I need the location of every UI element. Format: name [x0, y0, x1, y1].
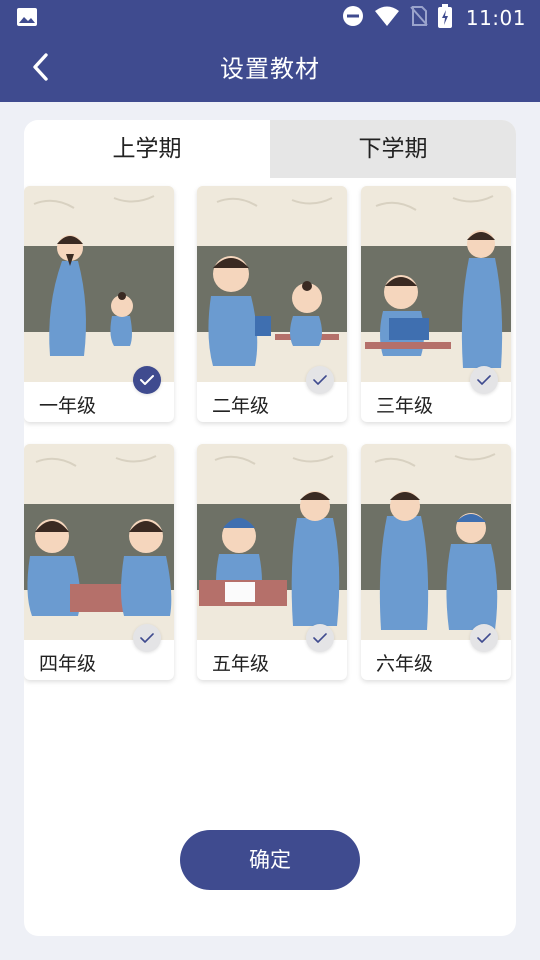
status-bar: 11:01 [0, 0, 540, 36]
grade-label: 五年级 [212, 653, 270, 675]
grade-illustration [197, 186, 347, 382]
selected-check [133, 366, 161, 394]
semester-tabs: 上学期 下学期 [24, 120, 516, 178]
page-title: 设置教材 [220, 55, 320, 83]
grade-label: 三年级 [376, 395, 434, 417]
grade-card-4[interactable]: 四年级 [24, 444, 174, 680]
check-icon [313, 629, 327, 648]
check-icon [140, 629, 154, 648]
unselected-check [306, 366, 334, 394]
grade-card-1[interactable]: 一年级 [24, 186, 174, 422]
confirm-button[interactable]: 确定 [180, 830, 360, 890]
grade-illustration [24, 186, 174, 382]
battery-charging-icon [437, 4, 452, 32]
grade-illustration [361, 444, 511, 640]
no-sim-icon [410, 5, 428, 31]
grade-card-2[interactable]: 二年级 [197, 186, 347, 422]
app-bar: 设置教材 [0, 36, 540, 102]
textbook-card: 上学期 下学期 一年级 二年级 三年级 四年级 五年级 六年级 确定 [24, 120, 516, 936]
grade-illustration [361, 186, 511, 382]
grade-card-3[interactable]: 三年级 [361, 186, 511, 422]
grade-label: 二年级 [212, 395, 270, 417]
do-not-disturb-icon [342, 5, 364, 31]
grade-card-5[interactable]: 五年级 [197, 444, 347, 680]
status-time: 11:01 [465, 6, 526, 30]
check-icon [477, 371, 491, 390]
unselected-check [470, 624, 498, 652]
grade-label: 一年级 [39, 395, 97, 417]
check-icon [140, 371, 154, 390]
wifi-icon [374, 5, 400, 31]
unselected-check [470, 366, 498, 394]
grade-label: 四年级 [39, 653, 97, 675]
grade-illustration [24, 444, 174, 640]
gallery-notification-icon [16, 7, 38, 27]
check-icon [313, 371, 327, 390]
grade-illustration [197, 444, 347, 640]
tab-second-semester[interactable]: 下学期 [270, 120, 516, 178]
unselected-check [133, 624, 161, 652]
check-icon [477, 629, 491, 648]
tab-first-semester[interactable]: 上学期 [24, 120, 270, 178]
grade-label: 六年级 [376, 653, 434, 675]
grade-card-6[interactable]: 六年级 [361, 444, 511, 680]
unselected-check [306, 624, 334, 652]
